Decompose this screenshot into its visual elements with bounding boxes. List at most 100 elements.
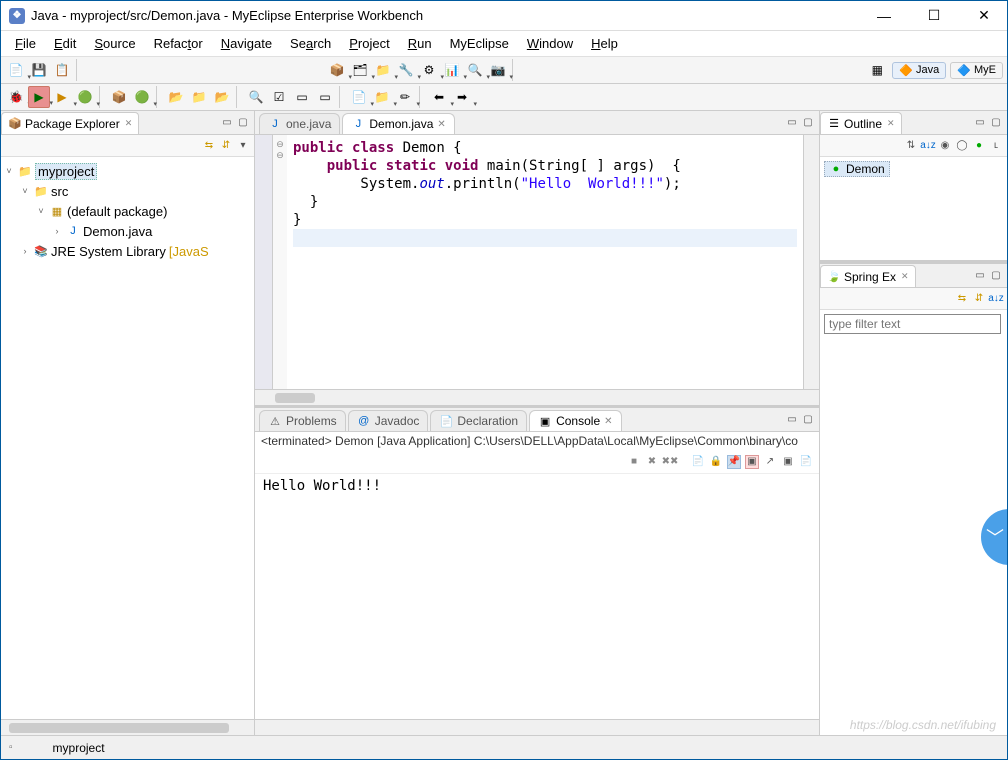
menu-run[interactable]: Run [400, 34, 440, 53]
scroll-lock-icon[interactable]: 🔒 [709, 455, 723, 469]
file-demon[interactable]: Demon.java [83, 224, 152, 239]
close-button[interactable]: ✕ [969, 5, 999, 27]
menu-project[interactable]: Project [341, 34, 397, 53]
spring-explorer-tab[interactable]: 🍃 Spring Ex ✕ [820, 265, 916, 287]
expand-icon[interactable]: ˅ [3, 166, 15, 176]
src-folder[interactable]: src [51, 184, 68, 199]
maximize-console-icon[interactable]: ▢ [801, 413, 815, 427]
tb-g1[interactable]: 📦 [326, 59, 348, 81]
close-tab-icon[interactable]: ✕ [437, 119, 445, 130]
tb-x4[interactable]: ▭ [291, 86, 313, 108]
expand-icon[interactable]: ˅ [19, 186, 31, 196]
new-package-button[interactable]: 📦 [108, 86, 130, 108]
maximize-editor-icon[interactable]: ▢ [801, 116, 815, 130]
display-selected-icon[interactable]: ▣ [781, 455, 795, 469]
tb-x7[interactable]: 📁 [371, 86, 393, 108]
fold-column[interactable]: ⊖⊖ [273, 135, 287, 389]
outline-tab[interactable]: ☰ Outline ✕ [820, 112, 902, 134]
tb-g3[interactable]: 📁 [372, 59, 394, 81]
back-button[interactable]: ⬅ [428, 86, 450, 108]
expand-icon[interactable]: › [51, 226, 63, 236]
tb-x3[interactable]: ☑ [268, 86, 290, 108]
new-button[interactable]: 📄 [5, 59, 27, 81]
menu-window[interactable]: Window [519, 34, 581, 53]
tb-g4[interactable]: 🔧 [395, 59, 417, 81]
editor-h-scrollbar[interactable] [255, 389, 819, 405]
hide-fields-icon[interactable]: ◉ [938, 139, 952, 153]
pin-console-icon[interactable]: 📌 [727, 455, 741, 469]
jre-library[interactable]: JRE System Library [51, 244, 166, 259]
tb-g5[interactable]: ⚙ [418, 59, 440, 81]
package-explorer-tree[interactable]: ˅ 📁 myproject ˅ 📁 src ˅ ▦ (default packa… [1, 157, 254, 719]
tb-g7[interactable]: 🔍 [464, 59, 486, 81]
link-icon[interactable]: ⇵ [972, 292, 986, 306]
package-explorer-tab[interactable]: 📦 Package Explorer ✕ [1, 112, 139, 134]
maximize-view-icon[interactable]: ▢ [236, 116, 250, 130]
tb-g8[interactable]: 📷 [487, 59, 509, 81]
tb-x1[interactable]: 📁 [188, 86, 210, 108]
menu-source[interactable]: Source [86, 34, 143, 53]
menu-file[interactable]: File [7, 34, 44, 53]
h-scrollbar[interactable] [1, 719, 254, 735]
view-menu-icon[interactable]: ▾ [236, 139, 250, 153]
coverage-button[interactable]: 🟢 [74, 86, 96, 108]
run-ext-button[interactable]: ▶ [51, 86, 73, 108]
hide-nonpublic-icon[interactable]: ● [972, 139, 986, 153]
tab-console[interactable]: ▣Console✕ [529, 410, 621, 431]
project-root[interactable]: myproject [35, 163, 97, 180]
menu-search[interactable]: Search [282, 34, 339, 53]
maximize-spring-icon[interactable]: ▢ [989, 269, 1003, 283]
menu-edit[interactable]: Edit [46, 34, 84, 53]
menu-help[interactable]: Help [583, 34, 626, 53]
save-all-button[interactable]: 📋 [51, 59, 73, 81]
tb-g6[interactable]: 📊 [441, 59, 463, 81]
side-badge[interactable]: ﹀ [981, 509, 1007, 565]
default-package[interactable]: (default package) [67, 204, 167, 219]
save-button[interactable]: 💾 [28, 59, 50, 81]
close-icon[interactable]: ✕ [125, 118, 133, 129]
editor-tab-demon[interactable]: J Demon.java ✕ [342, 113, 454, 134]
link-editor-icon[interactable]: ⇵ [219, 139, 233, 153]
tab-problems[interactable]: ⚠Problems [259, 410, 346, 431]
sort-az-icon[interactable]: a↓z [989, 292, 1003, 306]
hide-local-icon[interactable]: ʟ [989, 139, 1003, 153]
code-area[interactable]: public class Demon { public static void … [287, 135, 803, 389]
tb-x2[interactable]: 📂 [211, 86, 233, 108]
open-console-icon[interactable]: ↗ [763, 455, 777, 469]
minimize-button[interactable]: — [869, 5, 899, 27]
menu-navigate[interactable]: Navigate [213, 34, 280, 53]
outline-body[interactable]: ● Demon [820, 157, 1007, 260]
editor-tab-one[interactable]: J one.java [259, 113, 340, 134]
remove-launch-icon[interactable]: ✖ [645, 455, 659, 469]
expand-icon[interactable]: › [19, 246, 31, 256]
close-icon[interactable]: ✕ [887, 118, 895, 129]
close-icon[interactable]: ✕ [901, 271, 909, 282]
tb-x5[interactable]: ▭ [314, 86, 336, 108]
minimize-outline-icon[interactable]: ▭ [973, 116, 987, 130]
run-button[interactable]: ▶ [28, 86, 50, 108]
show-console-icon[interactable]: ▣ [745, 455, 759, 469]
tb-g2[interactable]: 🗂 [349, 59, 371, 81]
forward-button[interactable]: ➡ [451, 86, 473, 108]
expand-icon[interactable]: ˅ [35, 206, 47, 216]
editor-body[interactable]: ⊖⊖ public class Demon { public static vo… [255, 135, 819, 389]
debug-button[interactable]: 🐞 [5, 86, 27, 108]
open-type-button[interactable]: 📂 [165, 86, 187, 108]
terminate-icon[interactable]: ■ [627, 455, 641, 469]
spring-filter-input[interactable] [824, 314, 1001, 334]
minimize-console-icon[interactable]: ▭ [785, 413, 799, 427]
tb-x8[interactable]: ✏ [394, 86, 416, 108]
outline-class-demon[interactable]: ● Demon [824, 161, 890, 177]
minimize-view-icon[interactable]: ▭ [220, 116, 234, 130]
sort-icon[interactable]: ⇅ [904, 139, 918, 153]
maximize-outline-icon[interactable]: ▢ [989, 116, 1003, 130]
tab-declaration[interactable]: 📄Declaration [430, 410, 527, 431]
v-scrollbar[interactable] [803, 135, 819, 389]
tb-x6[interactable]: 📄 [348, 86, 370, 108]
collapse-icon[interactable]: ⇆ [955, 292, 969, 306]
menu-myeclipse[interactable]: MyEclipse [442, 34, 517, 53]
az-icon[interactable]: a↓z [921, 139, 935, 153]
hide-static-icon[interactable]: ◯ [955, 139, 969, 153]
new-console-icon[interactable]: 📄 [799, 455, 813, 469]
search-button[interactable]: 🔍 [245, 86, 267, 108]
